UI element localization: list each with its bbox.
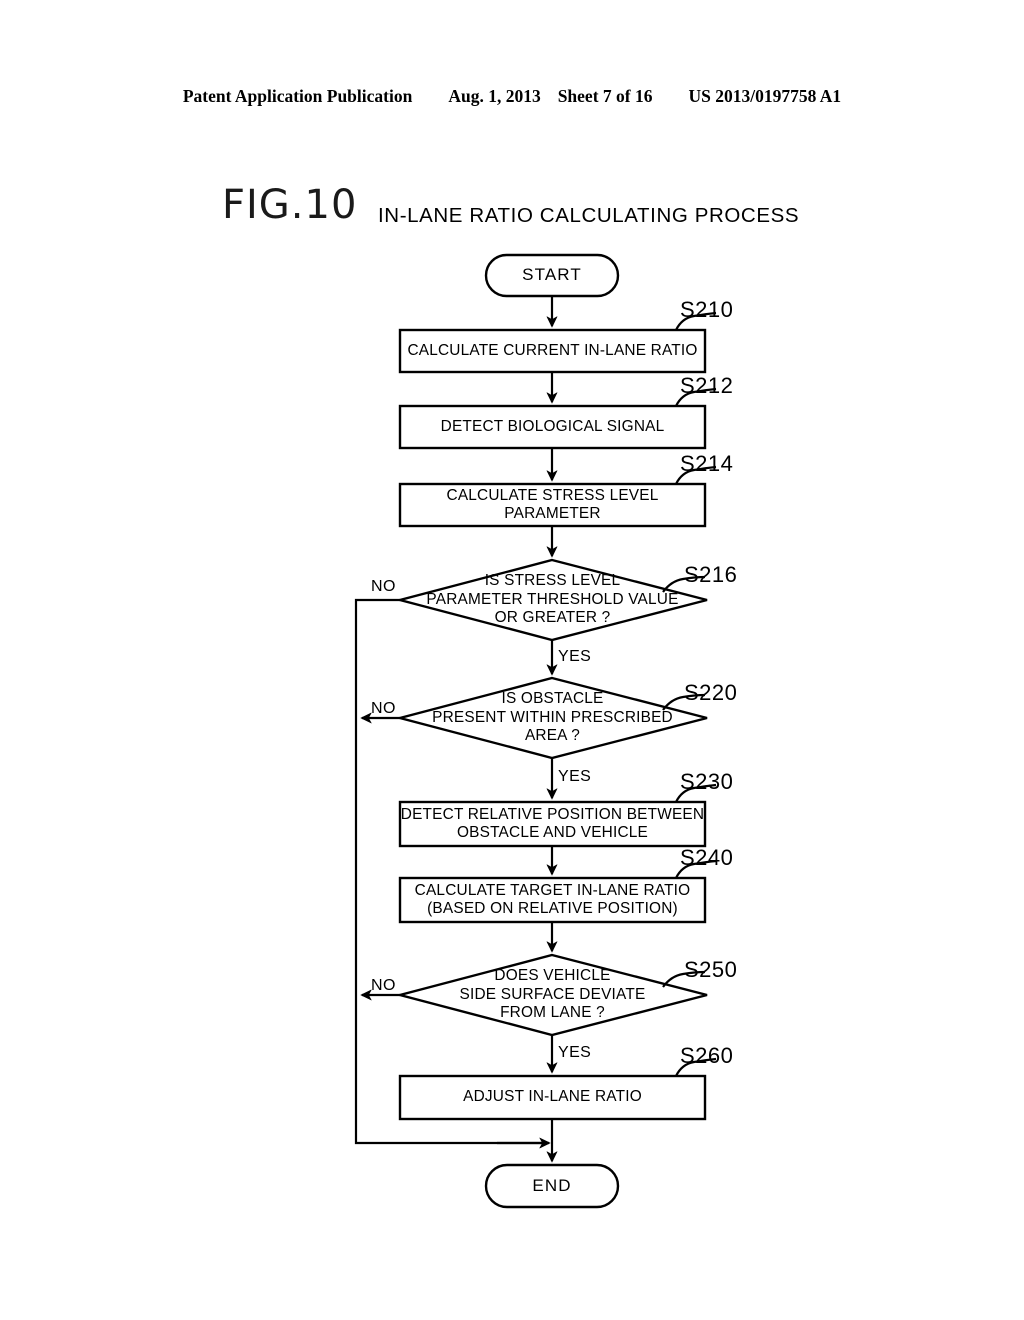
edge-label-s220-yes: YES	[558, 768, 592, 785]
step-number-s220: S220	[684, 680, 738, 705]
edge-label-s250-yes: YES	[558, 1044, 592, 1061]
edge-label-s220-no: NO	[371, 700, 396, 717]
step-number-s214: S214	[680, 451, 734, 476]
edge-no-return-rail	[354, 598, 545, 1145]
node-box-s214	[398, 482, 707, 528]
step-number-s212: S212	[680, 373, 734, 398]
node-box-s230	[398, 800, 707, 848]
step-number-s260: S260	[680, 1043, 734, 1068]
node-diamond-s216	[395, 558, 708, 642]
step-number-s230: S230	[680, 769, 734, 794]
node-diamond-s250	[395, 953, 708, 1037]
flowchart-graphics	[354, 253, 717, 1209]
node-diamond-s220	[395, 676, 708, 760]
step-number-s210: S210	[680, 297, 734, 322]
step-number-s216: S216	[684, 562, 738, 587]
step-number-s240: S240	[680, 845, 734, 870]
node-box-s260	[398, 1074, 707, 1121]
edge-label-s216-yes: YES	[558, 648, 592, 665]
edge-label-s250-no: NO	[371, 977, 396, 994]
node-box-s210	[398, 328, 707, 374]
step-number-s250: S250	[684, 957, 738, 982]
end-terminator	[484, 1163, 620, 1209]
start-terminator	[484, 253, 620, 298]
patent-figure-page: Patent Application Publication Aug. 1, 20…	[0, 0, 1024, 1320]
node-box-s240	[398, 876, 707, 924]
node-box-s212	[398, 404, 707, 450]
edge-label-s216-no: NO	[371, 578, 396, 595]
